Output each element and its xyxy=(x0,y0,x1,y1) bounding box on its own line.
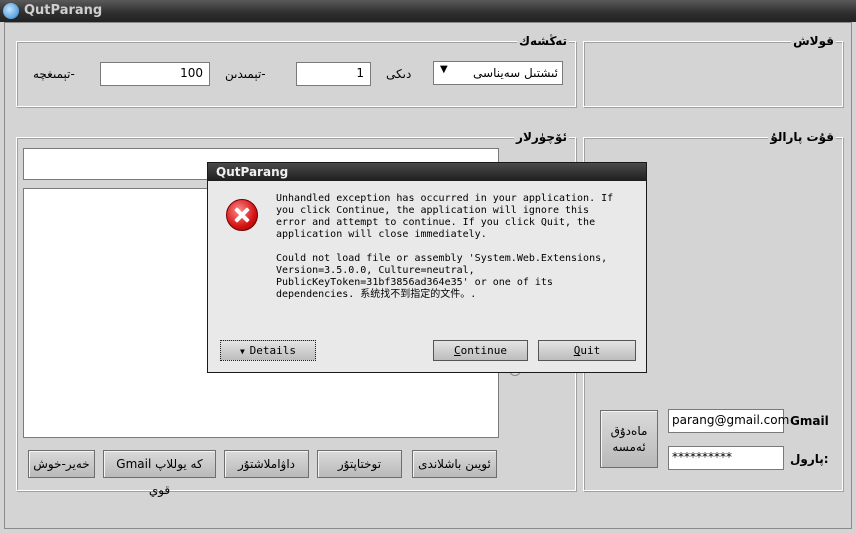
stop-button[interactable]: توختاپتۇر xyxy=(317,450,402,478)
field1-input[interactable]: 1 xyxy=(296,62,371,86)
details-label: Details xyxy=(249,344,296,357)
exit-button[interactable]: خەير-خوش xyxy=(28,450,95,478)
settings-group-label: تەڭشەك xyxy=(517,34,569,48)
details-button[interactable]: ▼ Details xyxy=(220,340,316,361)
main-window: QutParang تەڭشەك ▼ ئىشتىل سەيناسى دىكى 1… xyxy=(0,0,856,533)
window-title: QutParang xyxy=(24,3,103,18)
log-group: قولاش xyxy=(583,34,843,107)
account-group-label: قۇت پارالۇ xyxy=(768,130,836,144)
password-input[interactable]: ********** xyxy=(668,446,784,470)
field3-label: -تېمىغچە xyxy=(33,67,75,81)
dropdown-value: ئىشتىل سەيناسى xyxy=(473,66,558,80)
gmail-label: Gmail xyxy=(790,414,829,428)
resume-button[interactable]: داۋاملاشتۇر xyxy=(224,450,309,478)
chevron-down-icon: ▼ xyxy=(440,64,448,75)
field2-input[interactable]: 100 xyxy=(100,62,210,86)
error-dialog: QutParang Unhandled exception has occurr… xyxy=(207,162,647,373)
send-gmail-button[interactable]: Gmail كە يوللاپ قوي xyxy=(103,450,216,497)
mode-dropdown[interactable]: ▼ ئىشتىل سەيناسى xyxy=(433,61,563,85)
gmail-input[interactable]: parang@gmail.com xyxy=(668,409,789,433)
error-message: Unhandled exception has occurred in your… xyxy=(276,193,614,300)
dialog-title-bar: QutParang xyxy=(208,163,646,181)
chevron-down-icon: ▼ xyxy=(240,347,250,356)
settings-group: تەڭشەك ▼ ئىشتىل سەيناسى دىكى 1 -تېمىدىن … xyxy=(16,34,576,107)
verify-button[interactable]: ماەدۇق ئەمسە xyxy=(600,410,658,468)
field2-label: -تېمىدىن xyxy=(225,67,266,81)
field1-label: دىكى xyxy=(386,67,412,81)
error-icon xyxy=(226,199,258,231)
log-group-label: قولاش xyxy=(791,34,836,48)
start-button[interactable]: ئويىن باشلاندى xyxy=(412,450,497,478)
title-bar: QutParang xyxy=(0,0,856,22)
continue-button[interactable]: Continue xyxy=(433,340,528,361)
dialog-title: QutParang xyxy=(216,165,289,179)
quit-button[interactable]: Quit xyxy=(538,340,636,361)
password-label: پارول: xyxy=(790,452,829,466)
app-icon xyxy=(3,3,19,19)
results-group-label: ئۆچۈرلار xyxy=(514,130,569,144)
